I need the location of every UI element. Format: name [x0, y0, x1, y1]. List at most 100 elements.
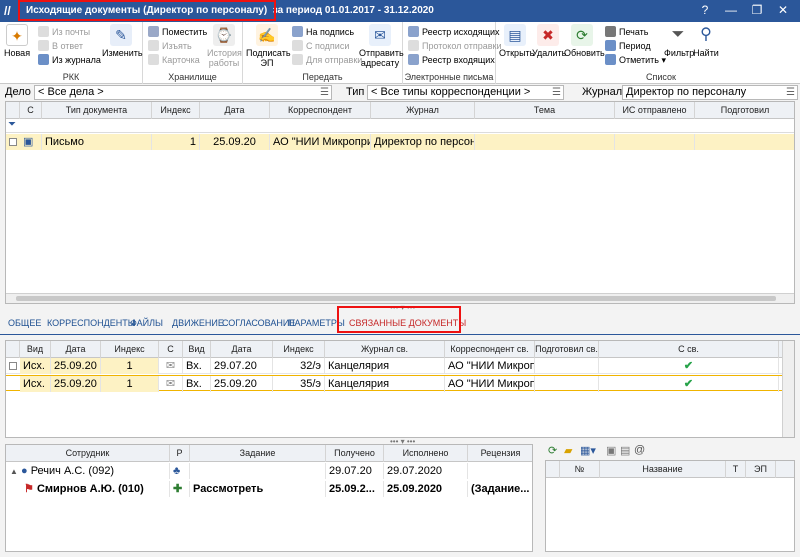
outgoing-registry-button[interactable]: Реестр исходящих — [408, 26, 500, 39]
reply-button[interactable]: В ответ — [38, 40, 83, 53]
from-mail-button[interactable]: Из почты — [38, 26, 90, 39]
tab-files[interactable]: ФАЙЛЫ — [130, 318, 163, 328]
col-checkbox[interactable] — [6, 102, 20, 119]
col-index[interactable]: Индекс — [152, 102, 200, 119]
col-received[interactable]: Получено — [326, 445, 384, 462]
col-checkbox[interactable] — [6, 341, 20, 358]
table-row[interactable]: ⚑ Смирнов А.Ю. (010) ✚ Рассмотреть 25.09… — [6, 481, 532, 497]
scroll-thumb[interactable] — [16, 296, 776, 301]
col-t[interactable]: Т — [726, 461, 746, 478]
save-icon[interactable]: ▣ — [606, 444, 616, 457]
send-icon: ✉ — [369, 24, 391, 46]
col-task[interactable]: Задание — [190, 445, 326, 462]
ribbon-group-list: Печать Период Отметить ▾ ⏷ Фильтр ⚲ Найт… — [600, 22, 722, 84]
folder-icon[interactable]: ▰ — [564, 444, 572, 457]
delo-label: Дело — [5, 86, 31, 98]
filter-button[interactable]: ⏷ Фильтр — [664, 24, 694, 58]
col-review[interactable]: Рецензия — [468, 445, 532, 462]
col-vid-linked[interactable]: Вид — [183, 341, 211, 358]
col-number[interactable]: № — [560, 461, 600, 478]
refresh-icon[interactable]: ⟳ — [548, 444, 557, 457]
search-button[interactable]: ⚲ Найти — [692, 24, 720, 58]
card-button[interactable]: Карточка — [148, 54, 200, 67]
col-prepared-linked[interactable]: Подготовил св. — [535, 341, 599, 358]
sign-icon: ✍ — [256, 24, 278, 46]
view-icon[interactable]: ▦▾ — [580, 444, 596, 457]
refresh-icon: ⟳ — [571, 24, 593, 46]
row-checkbox[interactable] — [9, 362, 17, 370]
col-ep[interactable]: ЭП — [746, 461, 776, 478]
cell-index: 1 — [101, 358, 159, 374]
email-icon[interactable]: @ — [634, 444, 645, 456]
history-button[interactable]: ⌚ История работы — [207, 24, 242, 68]
vertical-scrollbar[interactable] — [782, 341, 794, 437]
mark-button[interactable]: Отметить ▾ — [605, 54, 666, 67]
open-button[interactable]: ▤ Открыть — [499, 24, 534, 58]
table-row[interactable]: Исх. 25.09.20 1 ✉ Вх. 29.07.20 32/э Канц… — [6, 358, 794, 374]
cell-date: 25.09.20 — [51, 376, 101, 392]
col-journal[interactable]: Журнал — [371, 102, 475, 119]
maximize-button[interactable]: ❐ — [746, 2, 768, 19]
col-checkbox[interactable] — [546, 461, 560, 478]
from-journal-button[interactable]: Из журнала — [38, 54, 101, 67]
tab-correspondents[interactable]: КОРРЕСПОНДЕНТЫ — [47, 318, 136, 328]
cell-corr-linked: АО "НИИ Микроп — [445, 376, 535, 392]
table-row[interactable]: ▣ Письмо 1 25.09.20 АО "НИИ Микропри Дир… — [6, 134, 794, 150]
col-s-linked[interactable]: С св. — [599, 341, 779, 358]
help-button[interactable]: ? — [694, 2, 716, 19]
table-row[interactable]: ▲ ● Речич А.С. (092) ♣ 29.07.20 29.07.20… — [6, 463, 532, 479]
col-r[interactable]: Р — [170, 445, 190, 462]
print-button[interactable]: Печать — [605, 26, 648, 39]
col-corr-linked[interactable]: Корреспондент св. — [445, 341, 535, 358]
col-s[interactable]: С — [159, 341, 183, 358]
row-checkbox[interactable] — [9, 138, 17, 146]
print-icon[interactable]: ▤ — [620, 444, 630, 457]
col-name[interactable]: Название — [600, 461, 726, 478]
put-button[interactable]: Поместить — [148, 26, 207, 39]
minimize-button[interactable]: — — [720, 2, 742, 19]
col-date-linked[interactable]: Дата — [211, 341, 273, 358]
col-date[interactable]: Дата — [51, 341, 101, 358]
cell-index-linked: 35/э — [273, 376, 325, 392]
col-done[interactable]: Исполнено — [384, 445, 468, 462]
protocol-icon — [408, 40, 419, 51]
close-button[interactable]: ✕ — [772, 2, 794, 19]
for-sending-button[interactable]: Для отправки — [292, 54, 362, 67]
col-s[interactable]: С — [20, 102, 42, 119]
delo-select[interactable]: < Все дела > ☰ — [34, 85, 332, 100]
horizontal-scrollbar[interactable] — [6, 293, 794, 303]
col-vid[interactable]: Вид — [20, 341, 51, 358]
to-sign-button[interactable]: На подпись — [292, 26, 354, 39]
filter-bar: Дело < Все дела > ☰ Тип < Все типы коррес… — [0, 85, 800, 101]
refresh-button[interactable]: ⟳ Обновить — [564, 24, 605, 58]
send-button[interactable]: ✉ Отправить адресату — [359, 24, 404, 68]
col-theme[interactable]: Тема — [475, 102, 615, 119]
delete-button[interactable]: ✖ Удалить — [532, 24, 566, 58]
send-protocol-button[interactable]: Протокол отправки — [408, 40, 501, 53]
table-row[interactable]: Исх. 25.09.20 1 ✉ Вх. 25.09.20 35/э Канц… — [6, 375, 794, 392]
documents-grid-header: С Тип документа Индекс Дата Корреспонден… — [6, 102, 794, 119]
route-grid-header: Сотрудник Р Задание Получено Исполнено Р… — [6, 445, 532, 462]
col-is-sent[interactable]: ИС отправлено — [615, 102, 695, 119]
tab-approval[interactable]: СОГЛАСОВАНИЕ — [222, 318, 295, 328]
filter-row[interactable]: ⏷ — [6, 119, 794, 133]
period-button[interactable]: Период — [605, 40, 651, 53]
tip-select[interactable]: < Все типы корреспонденции > ☰ — [367, 85, 564, 100]
withdraw-button[interactable]: Изъять — [148, 40, 192, 53]
from-sign-button[interactable]: С подписи — [292, 40, 349, 53]
col-journal-linked[interactable]: Журнал св. — [325, 341, 445, 358]
new-button[interactable]: ✦ Новая — [4, 24, 30, 58]
col-prepared[interactable]: Подготовил — [695, 102, 794, 119]
journal-select[interactable]: Директор по персоналу ☰ — [622, 85, 798, 100]
tab-general[interactable]: ОБЩЕЕ — [8, 318, 41, 328]
col-correspondent[interactable]: Корреспондент — [270, 102, 371, 119]
sign-button[interactable]: ✍ Подписать ЭП — [246, 24, 291, 68]
incoming-registry-button[interactable]: Реестр входящих — [408, 54, 495, 67]
col-doc-type[interactable]: Тип документа — [42, 102, 152, 119]
edit-button[interactable]: ✎ Изменить — [102, 24, 143, 58]
col-index-linked[interactable]: Индекс — [273, 341, 325, 358]
tab-movement[interactable]: ДВИЖЕНИЕ — [172, 318, 224, 328]
col-employee[interactable]: Сотрудник — [6, 445, 170, 462]
col-date[interactable]: Дата — [200, 102, 270, 119]
col-index[interactable]: Индекс — [101, 341, 159, 358]
